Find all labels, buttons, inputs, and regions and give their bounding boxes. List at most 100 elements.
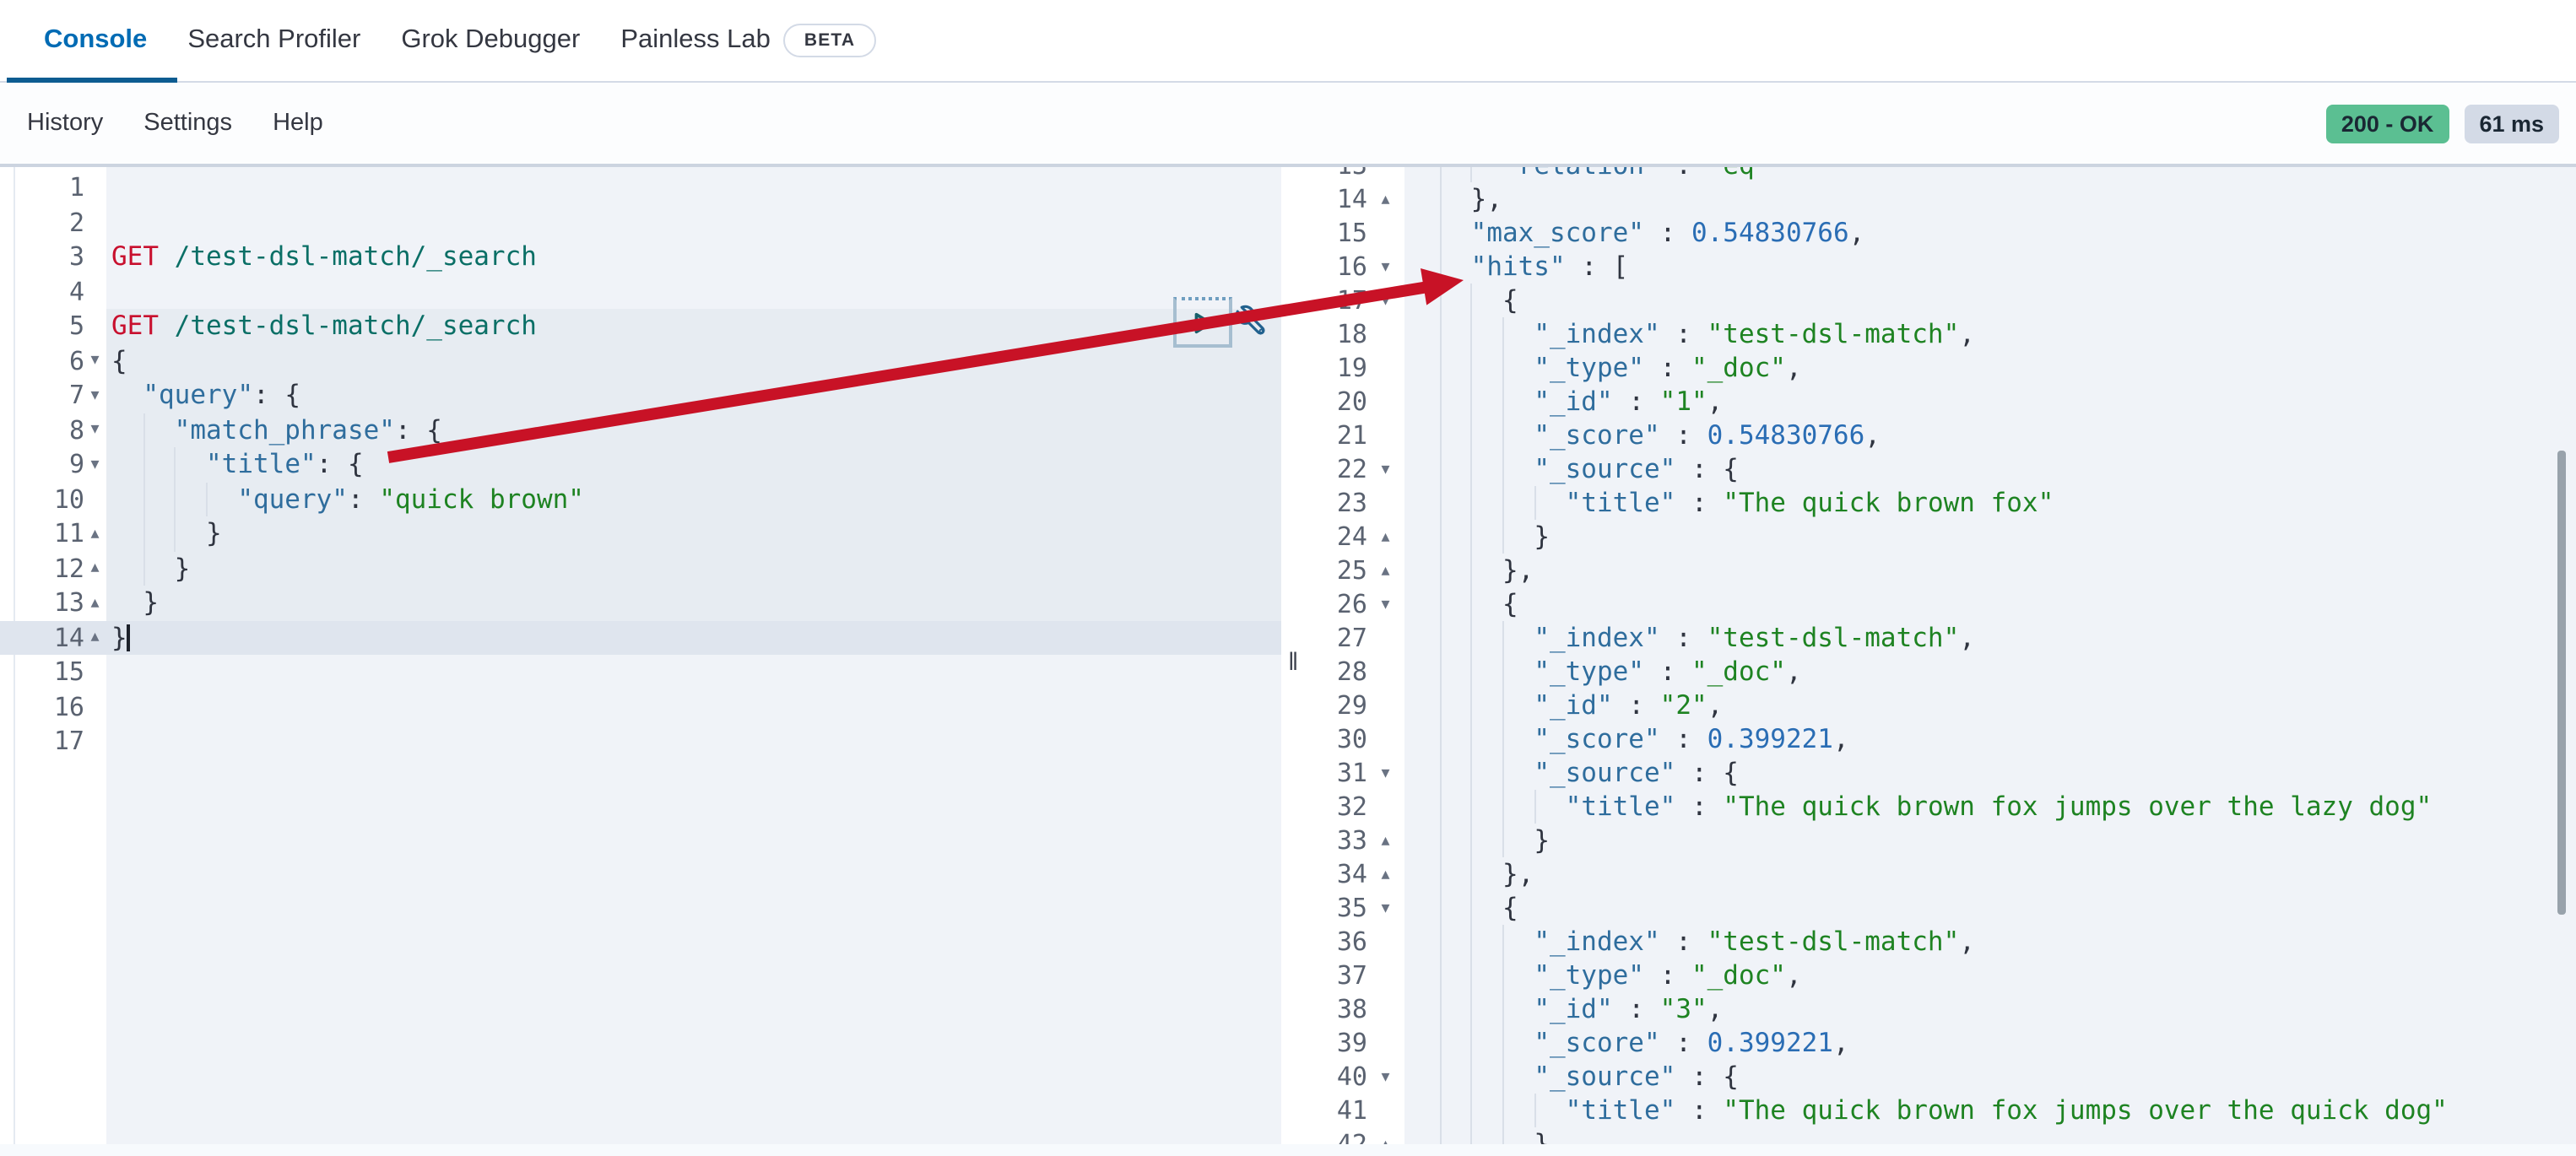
- code-token: "_doc": [1691, 353, 1786, 383]
- fold-spacer: [1367, 790, 1404, 824]
- line-number: 27: [1310, 621, 1367, 655]
- request-editor[interactable]: 123GET /test-dsl-match/_search45GET /tes…: [0, 167, 1281, 1144]
- indent-guide: [1502, 824, 1504, 857]
- fold-widget[interactable]: ▾: [84, 413, 106, 447]
- fold-widget[interactable]: ▴: [1367, 182, 1404, 216]
- code-token: :: [1660, 319, 1707, 349]
- code-token: [1408, 285, 1502, 316]
- fold-widget[interactable]: ▾: [1367, 587, 1404, 621]
- fold-widget[interactable]: ▴: [1367, 520, 1404, 554]
- code-line: 29 "_id" : "2",: [1310, 689, 2576, 722]
- send-request-button[interactable]: [1173, 297, 1232, 348]
- menu-history[interactable]: History: [27, 110, 103, 137]
- tab-grok-debugger[interactable]: Grok Debugger: [381, 0, 600, 81]
- line-number: 35: [1310, 891, 1367, 925]
- line-number: 16: [1310, 250, 1367, 284]
- code-line-content: }: [106, 516, 1281, 551]
- code-token: ,: [1786, 656, 1802, 687]
- indent-guide: [1439, 655, 1441, 689]
- indent-guide: [1502, 655, 1504, 689]
- fold-widget[interactable]: ▴: [84, 586, 106, 620]
- fold-widget[interactable]: ▴: [1367, 554, 1404, 587]
- indent-guide: [143, 482, 144, 516]
- indent-guide: [1471, 925, 1473, 959]
- indent-guide: [1439, 317, 1441, 351]
- code-token: },: [1471, 184, 1502, 214]
- tab-search-profiler[interactable]: Search Profiler: [167, 0, 381, 81]
- menu-help[interactable]: Help: [273, 110, 323, 137]
- code-line-content: "hits" : [: [1404, 250, 2576, 284]
- panel-splitter[interactable]: ‖: [1281, 167, 1310, 1144]
- dev-tools-tab-bar: Console Search Profiler Grok Debugger Pa…: [0, 0, 2576, 83]
- code-token: :: [1660, 167, 1707, 181]
- code-token: :: [1660, 623, 1707, 653]
- fold-widget[interactable]: ▴: [84, 620, 106, 655]
- fold-widget[interactable]: ▴: [1367, 1127, 1404, 1144]
- line-number: 22: [1310, 452, 1367, 486]
- fold-widget[interactable]: ▴: [1367, 857, 1404, 891]
- code-token: :: [1613, 690, 1660, 721]
- response-scrollbar-thumb[interactable]: [2557, 451, 2565, 915]
- indent-guide: [1471, 167, 1473, 182]
- code-line: 17▾ {: [1310, 284, 2576, 317]
- code-token: : {: [1675, 758, 1739, 788]
- code-token: :: [1660, 1028, 1707, 1058]
- fold-widget[interactable]: ▾: [1367, 891, 1404, 925]
- fold-widget[interactable]: ▾: [84, 447, 106, 482]
- fold-widget[interactable]: ▾: [1367, 284, 1404, 317]
- code-token: },: [1502, 555, 1534, 586]
- code-line: 17: [0, 724, 1281, 759]
- code-token: "_index": [1534, 319, 1659, 349]
- code-token: : {: [317, 449, 364, 479]
- indent-guide: [1502, 756, 1504, 790]
- indent-guide: [1502, 925, 1504, 959]
- line-number: 36: [1310, 925, 1367, 959]
- fold-spacer: [1367, 959, 1404, 992]
- line-number: 1: [0, 170, 84, 205]
- indent-guide: [1502, 1026, 1504, 1060]
- indent-guide: [143, 447, 144, 482]
- code-line: 5GET /test-dsl-match/_search: [0, 309, 1281, 343]
- indent-guide: [1471, 520, 1473, 554]
- menu-settings[interactable]: Settings: [143, 110, 232, 137]
- fold-widget[interactable]: ▾: [84, 343, 106, 378]
- indent-guide: [1439, 452, 1441, 486]
- indent-guide: [1439, 1127, 1441, 1144]
- code-token: GET: [111, 311, 159, 341]
- indent-guide: [1439, 351, 1441, 385]
- fold-widget[interactable]: ▾: [1367, 250, 1404, 284]
- line-number: 33: [1310, 824, 1367, 857]
- code-token: "_type": [1534, 353, 1644, 383]
- code-token: ,: [1707, 690, 1724, 721]
- fold-widget[interactable]: ▴: [84, 551, 106, 586]
- code-token: "_source": [1534, 1061, 1675, 1092]
- fold-widget[interactable]: ▾: [1367, 1060, 1404, 1094]
- code-line-content: {: [1404, 284, 2576, 317]
- fold-widget[interactable]: ▴: [1367, 824, 1404, 857]
- fold-widget[interactable]: ▾: [1367, 452, 1404, 486]
- request-options-button[interactable]: [1234, 300, 1268, 346]
- fold-spacer: [1367, 925, 1404, 959]
- code-token: }: [206, 518, 222, 548]
- tab-painless-lab[interactable]: Painless Lab BETA: [600, 0, 896, 81]
- indent-guide: [1471, 1026, 1473, 1060]
- code-line: 42▴ }: [1310, 1127, 2576, 1144]
- indent-guide: [1502, 722, 1504, 756]
- fold-widget[interactable]: ▴: [84, 516, 106, 551]
- code-token: "match_phrase": [175, 414, 395, 445]
- line-number: 6: [0, 343, 84, 378]
- response-editor[interactable]: 13 "relation" : "eq"14▴ },15 "max_score"…: [1310, 167, 2576, 1144]
- tab-console[interactable]: Console: [24, 0, 167, 81]
- code-line-content: },: [1404, 554, 2576, 587]
- fold-widget[interactable]: ▾: [1367, 756, 1404, 790]
- code-token: "eq": [1707, 167, 1771, 181]
- indent-guide: [1471, 722, 1473, 756]
- line-number: 32: [1310, 790, 1367, 824]
- indent-guide: [1471, 486, 1473, 520]
- code-line-content: [106, 205, 1281, 240]
- line-number: 10: [0, 482, 84, 516]
- code-line-content: "_index" : "test-dsl-match",: [1404, 317, 2576, 351]
- line-number: 23: [1310, 486, 1367, 520]
- fold-widget[interactable]: ▾: [84, 378, 106, 413]
- code-token: :: [1660, 420, 1707, 451]
